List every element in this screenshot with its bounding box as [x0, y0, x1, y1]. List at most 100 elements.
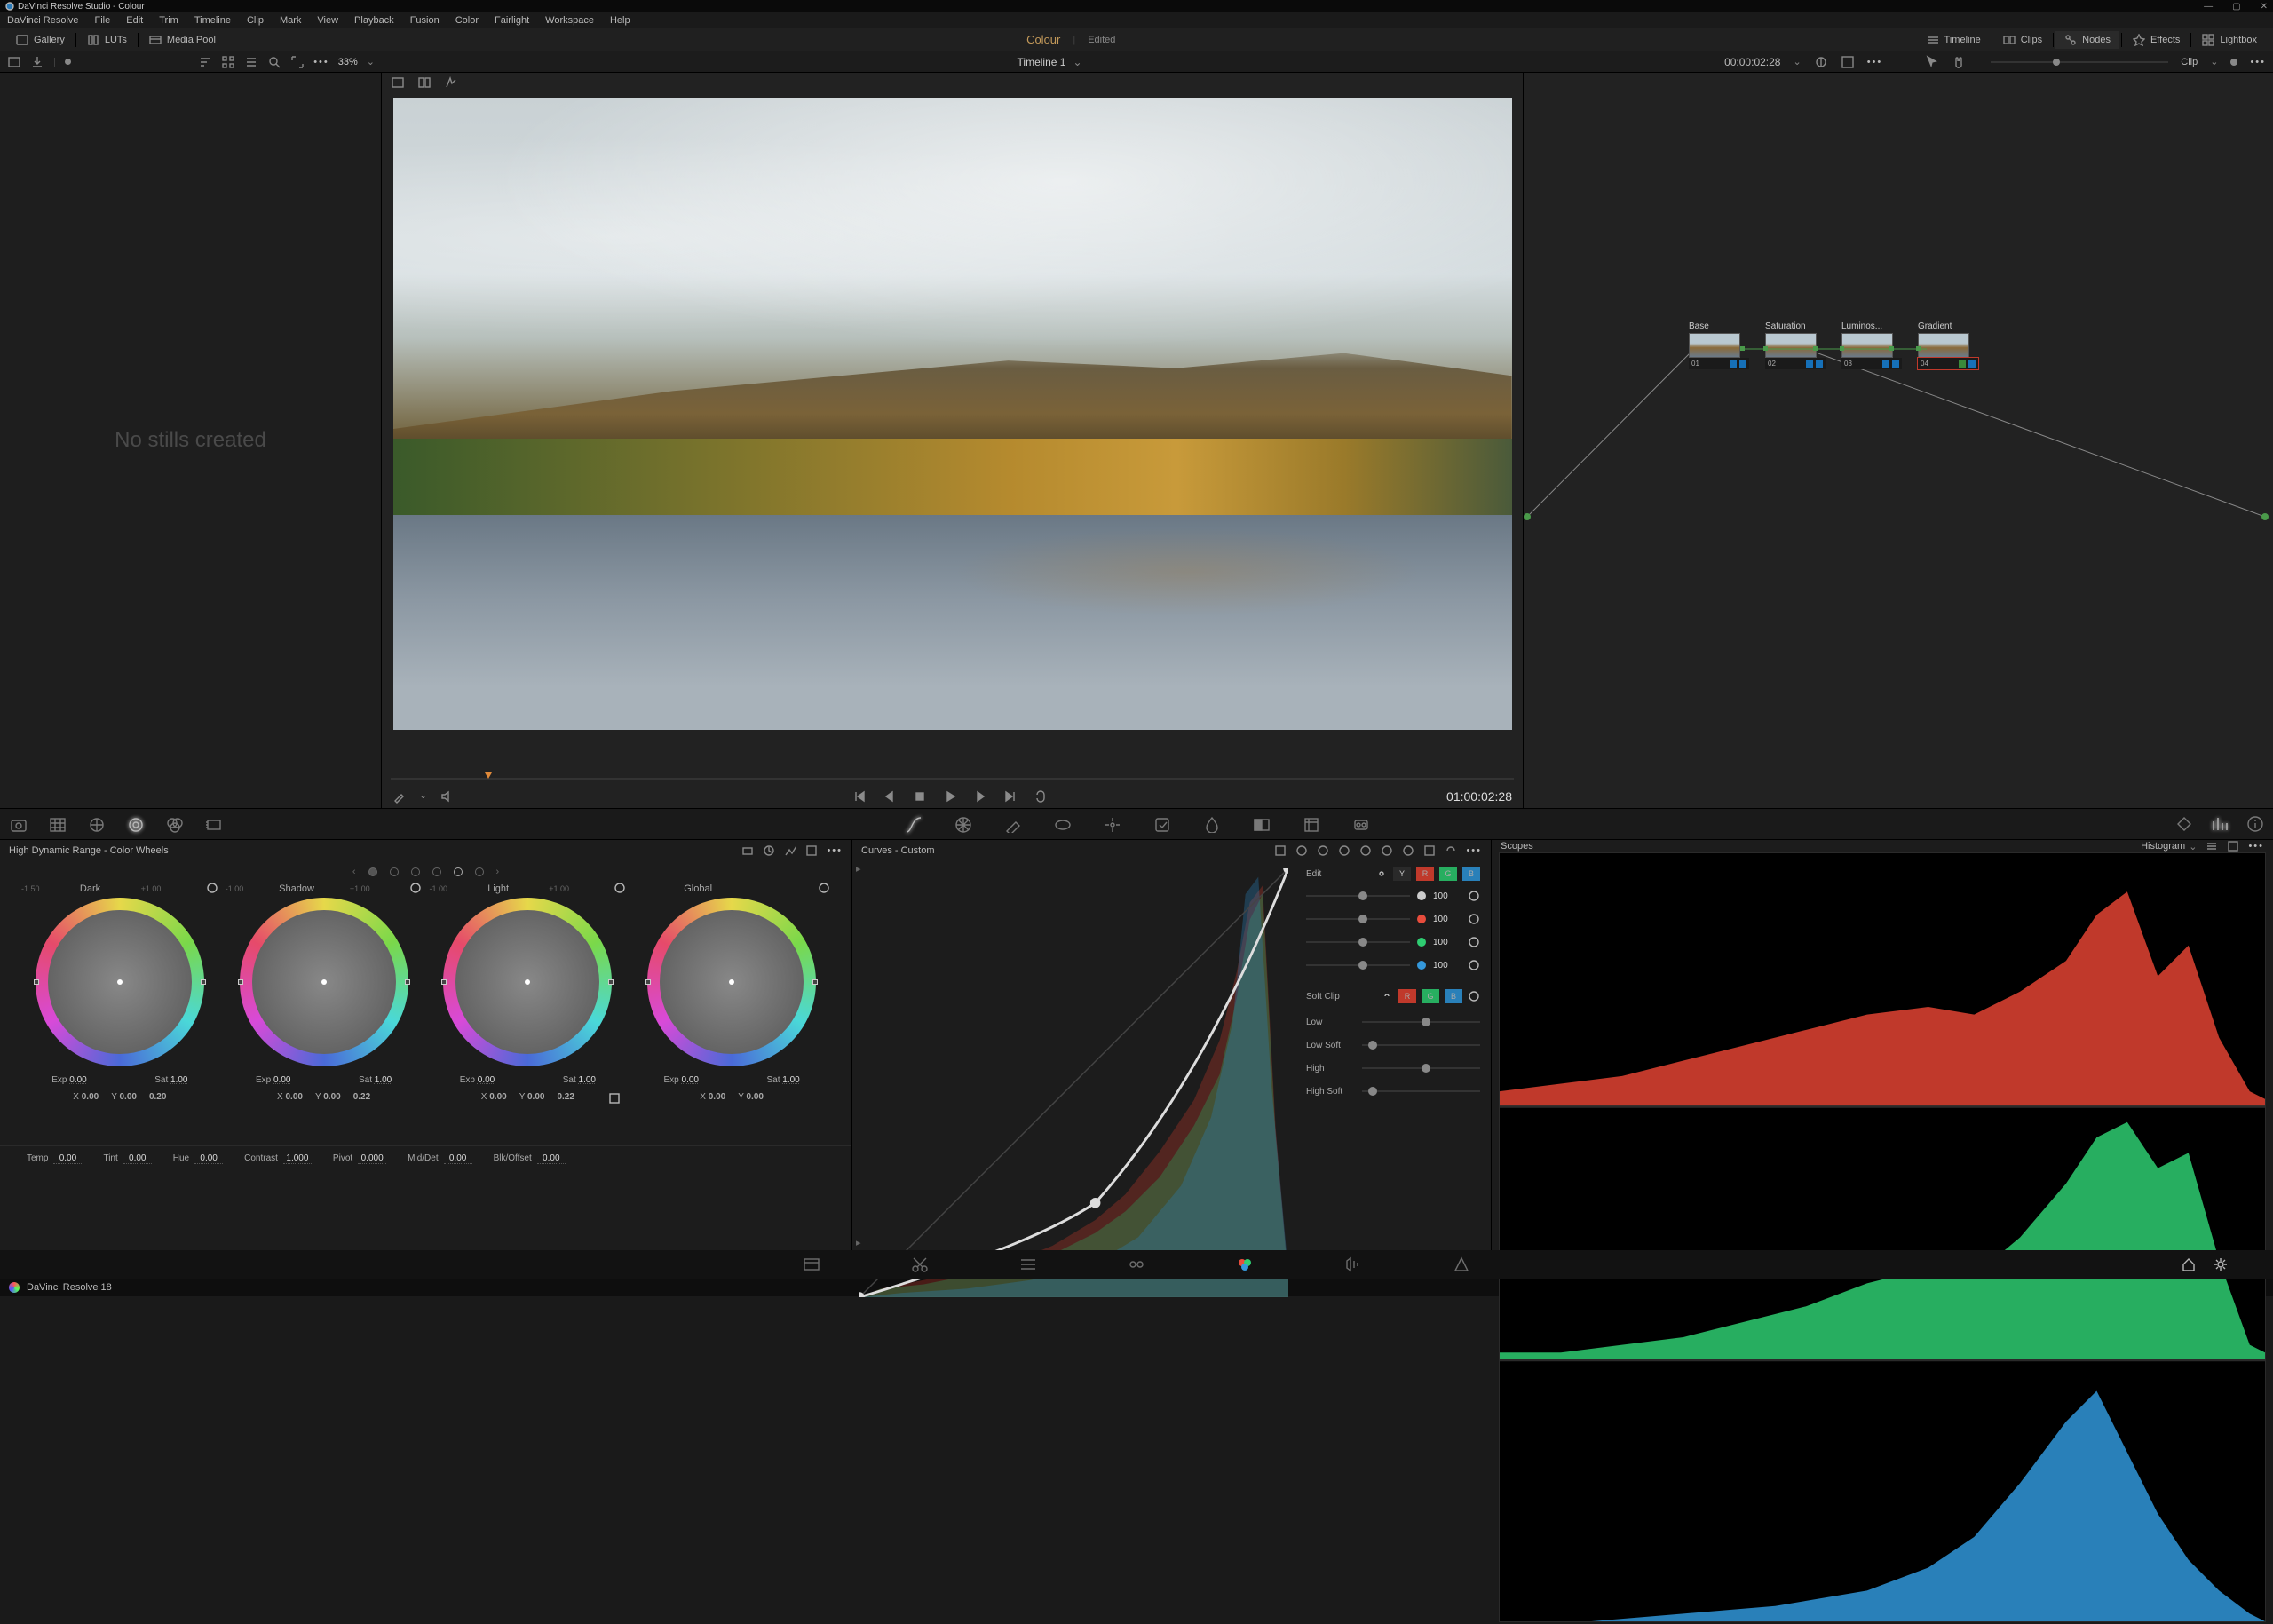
- footer-expand-icon[interactable]: [608, 1092, 825, 1225]
- blkoffset-field[interactable]: 0.00: [537, 1153, 566, 1164]
- curve-editor[interactable]: ▸ ▸: [859, 868, 1288, 1243]
- menu-item[interactable]: File: [95, 15, 111, 26]
- zone-dot[interactable]: [454, 867, 463, 876]
- rgb-mixer-icon[interactable]: [165, 815, 183, 833]
- node-gradient[interactable]: Gradient 04: [1918, 321, 1978, 369]
- color-wheel[interactable]: [647, 898, 816, 1066]
- wheel-reset-icon[interactable]: [410, 883, 422, 894]
- wheel-reset-icon[interactable]: [819, 883, 830, 894]
- color-wheel[interactable]: [240, 898, 408, 1066]
- zone-icon[interactable]: [741, 844, 754, 857]
- exp-field[interactable]: 0.00: [478, 1075, 495, 1085]
- menu-item[interactable]: Clip: [247, 15, 264, 26]
- node-graph-panel[interactable]: Base 01 Saturation 02 Luminos... 03 Grad…: [1523, 73, 2273, 808]
- curves-mode2-icon[interactable]: [1317, 844, 1329, 857]
- tab-lightbox[interactable]: Lightbox: [2193, 31, 2266, 49]
- color-warper-icon[interactable]: [954, 815, 971, 833]
- home-icon[interactable]: [2181, 1256, 2197, 1272]
- tab-gallery[interactable]: Gallery: [7, 31, 74, 49]
- zone-next-icon[interactable]: ›: [496, 867, 500, 877]
- intensity-slider[interactable]: [1306, 964, 1410, 966]
- gallery-dot[interactable]: [65, 59, 71, 65]
- sat-field[interactable]: 1.00: [579, 1075, 596, 1085]
- intensity-slider[interactable]: [1306, 918, 1410, 920]
- scopes-layout-icon[interactable]: [2227, 840, 2239, 852]
- viewer-image[interactable]: [393, 98, 1512, 730]
- fusion-page-icon[interactable]: [1127, 1255, 1146, 1274]
- viewer-more-icon[interactable]: •••: [1867, 57, 1883, 67]
- menu-item[interactable]: Playback: [354, 15, 394, 26]
- temp-field[interactable]: 0.00: [53, 1153, 82, 1164]
- color-wheel[interactable]: [443, 898, 612, 1066]
- menu-item[interactable]: Help: [610, 15, 630, 26]
- sc-g-button[interactable]: G: [1422, 989, 1439, 1003]
- menu-item[interactable]: Edit: [126, 15, 143, 26]
- menu-item[interactable]: Color: [455, 15, 479, 26]
- wipe-icon[interactable]: [1814, 55, 1828, 69]
- window-icon[interactable]: [1053, 815, 1071, 833]
- menu-item[interactable]: Workspace: [545, 15, 594, 26]
- highlight-icon[interactable]: [444, 75, 458, 90]
- wheels-reset-icon[interactable]: [763, 844, 775, 857]
- softclip-slider[interactable]: [1362, 1090, 1480, 1092]
- viewer-scrubber[interactable]: [382, 772, 1523, 785]
- curves-more-icon[interactable]: •••: [1466, 845, 1482, 856]
- split-icon[interactable]: [417, 75, 432, 90]
- curves-mode5-icon[interactable]: [1381, 844, 1393, 857]
- scopes-toggle-icon[interactable]: [2211, 815, 2229, 833]
- wheels-more-icon[interactable]: •••: [827, 845, 843, 856]
- wheel-reset-icon[interactable]: [614, 883, 626, 894]
- tab-luts[interactable]: LUTs: [78, 31, 136, 49]
- intensity-value[interactable]: 100: [1433, 938, 1461, 947]
- curves-mode3-icon[interactable]: [1338, 844, 1350, 857]
- zone-prev-icon[interactable]: ‹: [352, 867, 356, 877]
- softclip-slider[interactable]: [1362, 1044, 1480, 1046]
- x-field[interactable]: 0.00: [286, 1092, 303, 1102]
- playhead-icon[interactable]: [485, 772, 492, 779]
- deliver-page-icon[interactable]: [1452, 1255, 1471, 1274]
- node-bypass-dot[interactable]: [2230, 59, 2237, 66]
- wheels-expand-icon[interactable]: [805, 844, 818, 857]
- media-page-icon[interactable]: [802, 1255, 821, 1274]
- magic-mask-icon[interactable]: [1152, 815, 1170, 833]
- intensity-slider[interactable]: [1306, 895, 1410, 897]
- wheel-reset-icon[interactable]: [207, 883, 218, 894]
- menu-item[interactable]: Mark: [280, 15, 301, 26]
- color-page-icon[interactable]: [1235, 1255, 1255, 1274]
- node-mode-dropdown[interactable]: Clip: [2181, 57, 2198, 67]
- tab-mediapool[interactable]: Media Pool: [140, 31, 225, 49]
- contrast-field[interactable]: 1.000: [283, 1153, 312, 1164]
- primaries-wheels-icon[interactable]: [87, 815, 105, 833]
- tab-clips[interactable]: Clips: [1994, 31, 2051, 49]
- fullscreen-icon[interactable]: [1841, 55, 1855, 69]
- tab-timeline[interactable]: Timeline: [1918, 31, 1990, 49]
- curves-icon[interactable]: [904, 815, 922, 833]
- qualifier-icon[interactable]: [1003, 815, 1021, 833]
- list-view-icon[interactable]: [244, 55, 258, 69]
- menu-item[interactable]: Fairlight: [495, 15, 529, 26]
- window-min-button[interactable]: —: [2204, 2, 2213, 12]
- search-icon[interactable]: [267, 55, 281, 69]
- curve-top-handle-icon[interactable]: ▸: [856, 863, 861, 875]
- sat-field[interactable]: 1.00: [170, 1075, 187, 1085]
- zone-dot[interactable]: [368, 867, 377, 876]
- cut-page-icon[interactable]: [910, 1255, 930, 1274]
- sort-icon[interactable]: [198, 55, 212, 69]
- image-wipe-icon[interactable]: [391, 75, 405, 90]
- channel-g-button[interactable]: G: [1439, 867, 1457, 881]
- zone-dot[interactable]: [390, 867, 399, 876]
- more-icon[interactable]: •••: [313, 57, 329, 67]
- wheels-graph-icon[interactable]: [784, 844, 796, 857]
- hand-icon[interactable]: [1952, 55, 1966, 69]
- channel-b-button[interactable]: B: [1462, 867, 1480, 881]
- last-frame-icon[interactable]: [1003, 789, 1018, 804]
- sat-field[interactable]: 1.00: [782, 1075, 799, 1085]
- intensity-slider[interactable]: [1306, 941, 1410, 943]
- row-reset-icon[interactable]: [1469, 891, 1480, 902]
- falloff-field[interactable]: 0.20: [149, 1092, 166, 1102]
- sizing-icon[interactable]: [1302, 815, 1319, 833]
- hue-field[interactable]: 0.00: [194, 1153, 223, 1164]
- x-field[interactable]: 0.00: [489, 1092, 506, 1102]
- loop-icon[interactable]: [1034, 789, 1048, 804]
- menu-item[interactable]: Fusion: [410, 15, 440, 26]
